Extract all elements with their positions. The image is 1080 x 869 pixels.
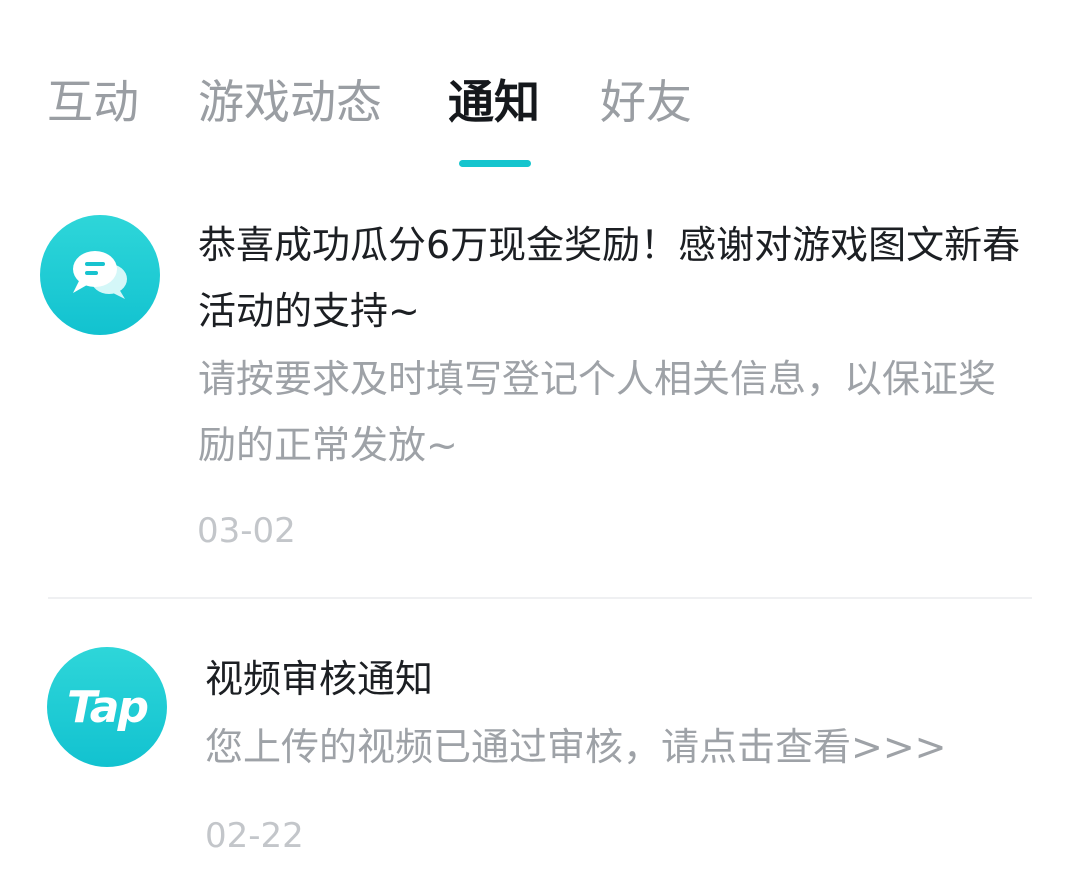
notification-body: 您上传的视频已通过审核，请点击查看>>> — [205, 725, 947, 769]
tap-logo-icon: Tap — [47, 647, 167, 767]
notification-date: 03-02 — [197, 511, 296, 551]
tab-bar: 互动 游戏动态 通知 好友 — [0, 0, 1080, 175]
divider — [48, 597, 1032, 599]
chat-bubble-icon — [40, 215, 160, 335]
notification-title: 视频审核通知 — [205, 657, 434, 701]
tab-notifications[interactable]: 通知 — [448, 72, 540, 132]
tab-interaction[interactable]: 互动 — [47, 72, 139, 132]
tap-logo-text: Tap — [67, 681, 149, 733]
notification-body: 请按要求及时填写登记个人相关信息，以保证奖励的正常发放~ — [198, 357, 997, 467]
tab-game-updates[interactable]: 游戏动态 — [198, 72, 382, 132]
notification-date: 02-22 — [205, 816, 304, 856]
tab-friends[interactable]: 好友 — [600, 72, 692, 132]
notification-title: 恭喜成功瓜分6万现金奖励！感谢对游戏图文新春活动的支持~ — [198, 223, 1021, 333]
active-tab-indicator — [459, 160, 531, 167]
